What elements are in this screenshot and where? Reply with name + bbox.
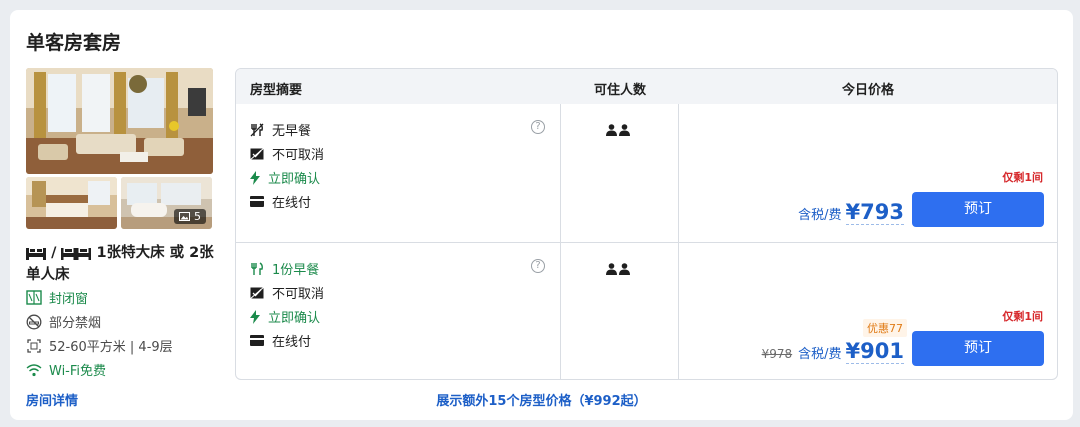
feature-cancellation: 不可取消 [250,144,324,163]
feature-label: 在线付 [272,196,312,211]
room-title: 单客房套房 [26,32,122,54]
rooms-left-badge: 仅剩1间 [1002,171,1043,184]
amenity-area: 52-60平方米 | 4-9层 [26,336,173,355]
amenity-label: 部分禁烟 [49,316,102,331]
help-icon[interactable]: ? [531,259,545,273]
table-header: 房型摘要 可住人数 今日价格 [236,69,1057,104]
no-cancel-icon [250,286,264,299]
person-icon [606,124,617,136]
feature-label: 在线付 [272,335,312,350]
meal-icon [251,261,263,275]
room-photo-main[interactable] [26,68,213,174]
person-icon [619,263,630,275]
feature-instant-confirm: 立即确认 [250,307,320,326]
room-photo-thumb-2[interactable]: 5 [121,177,212,229]
price-block: ¥978 含税/费 ¥901 [762,339,904,364]
amenity-label: 封闭窗 [49,292,89,307]
card-icon [250,335,264,346]
feature-label: 立即确认 [268,172,321,187]
person-icon [619,124,630,136]
feature-label: 无早餐 [272,124,312,139]
feature-breakfast: 无早餐 [250,120,311,139]
bed-info: / 1张特大床 或 2张单人床 [26,242,216,286]
amenity-wifi: Wi-Fi免费 [26,360,106,379]
help-icon[interactable]: ? [531,120,545,134]
image-icon [179,212,190,221]
amenity-window: 封闭窗 [26,288,88,307]
rooms-left-badge: 仅剩1间 [1002,310,1043,323]
room-photo-thumb-1[interactable] [26,177,117,229]
rate-row: 无早餐 不可取消 立即确认 在线付 ? 仅剩1间 含税/费 ¥793 预订 [236,104,1057,242]
bed-separator: / [51,245,57,261]
no-cancel-icon [250,147,264,160]
person-icon [606,263,617,275]
photo-count: 5 [194,210,201,223]
feature-label: 1份早餐 [272,263,320,278]
feature-instant-confirm: 立即确认 [250,168,320,187]
single-bed-icon [61,248,77,260]
discount-badge: 优惠77 [863,319,907,337]
wifi-icon [26,363,42,376]
tax-label: 含税/费 [798,347,842,362]
feature-label: 立即确认 [268,311,321,326]
rate-row: 1份早餐 不可取消 立即确认 在线付 ? 仅剩1间 优惠77 ¥978 含税/费… [236,242,1057,379]
feature-cancellation: 不可取消 [250,283,324,302]
feature-payment: 在线付 [250,331,311,350]
price[interactable]: ¥901 [845,339,904,364]
lightning-icon [250,170,260,185]
amenity-smoking: 部分禁烟 [26,312,101,331]
occupancy-icons [606,263,630,275]
window-icon [26,290,42,305]
header-room-summary: 房型摘要 [250,83,303,98]
room-card: 单客房套房 5 / 1张特大床 或 2张单人床 封闭窗 部分禁烟 52-60平方… [10,10,1073,420]
occupancy-icons [606,124,630,136]
more-room-types: 展示额外15个房型价格（¥992起） [10,390,1073,409]
area-icon [27,338,41,353]
photo-count-badge[interactable]: 5 [174,209,206,224]
rate-table: 房型摘要 可住人数 今日价格 无早餐 不可取消 立即确认 在线付 ? 仅剩1间 … [235,68,1058,380]
price[interactable]: ¥793 [845,200,904,225]
book-button[interactable]: 预订 [912,331,1044,366]
single-bed-icon [76,248,92,260]
feature-label: 不可取消 [272,287,325,302]
price-block: 含税/费 ¥793 [798,200,904,225]
amenity-label: 52-60平方米 | 4-9层 [49,340,173,355]
more-room-types-link[interactable]: 展示额外15个房型价格（¥992起） [436,394,646,409]
header-occupancy: 可住人数 [593,83,646,98]
feature-breakfast: 1份早餐 [250,259,319,278]
header-today-price: 今日价格 [841,83,894,98]
tax-label: 含税/费 [798,208,842,223]
amenity-label: Wi-Fi免费 [49,364,107,379]
no-meal-icon [250,122,264,136]
book-button[interactable]: 预订 [912,192,1044,227]
card-icon [250,196,264,207]
king-bed-icon [26,248,46,260]
lightning-icon [250,309,260,324]
feature-label: 不可取消 [272,148,325,163]
original-price: ¥978 [761,347,793,361]
no-smoking-icon [26,314,42,329]
feature-payment: 在线付 [250,192,311,211]
